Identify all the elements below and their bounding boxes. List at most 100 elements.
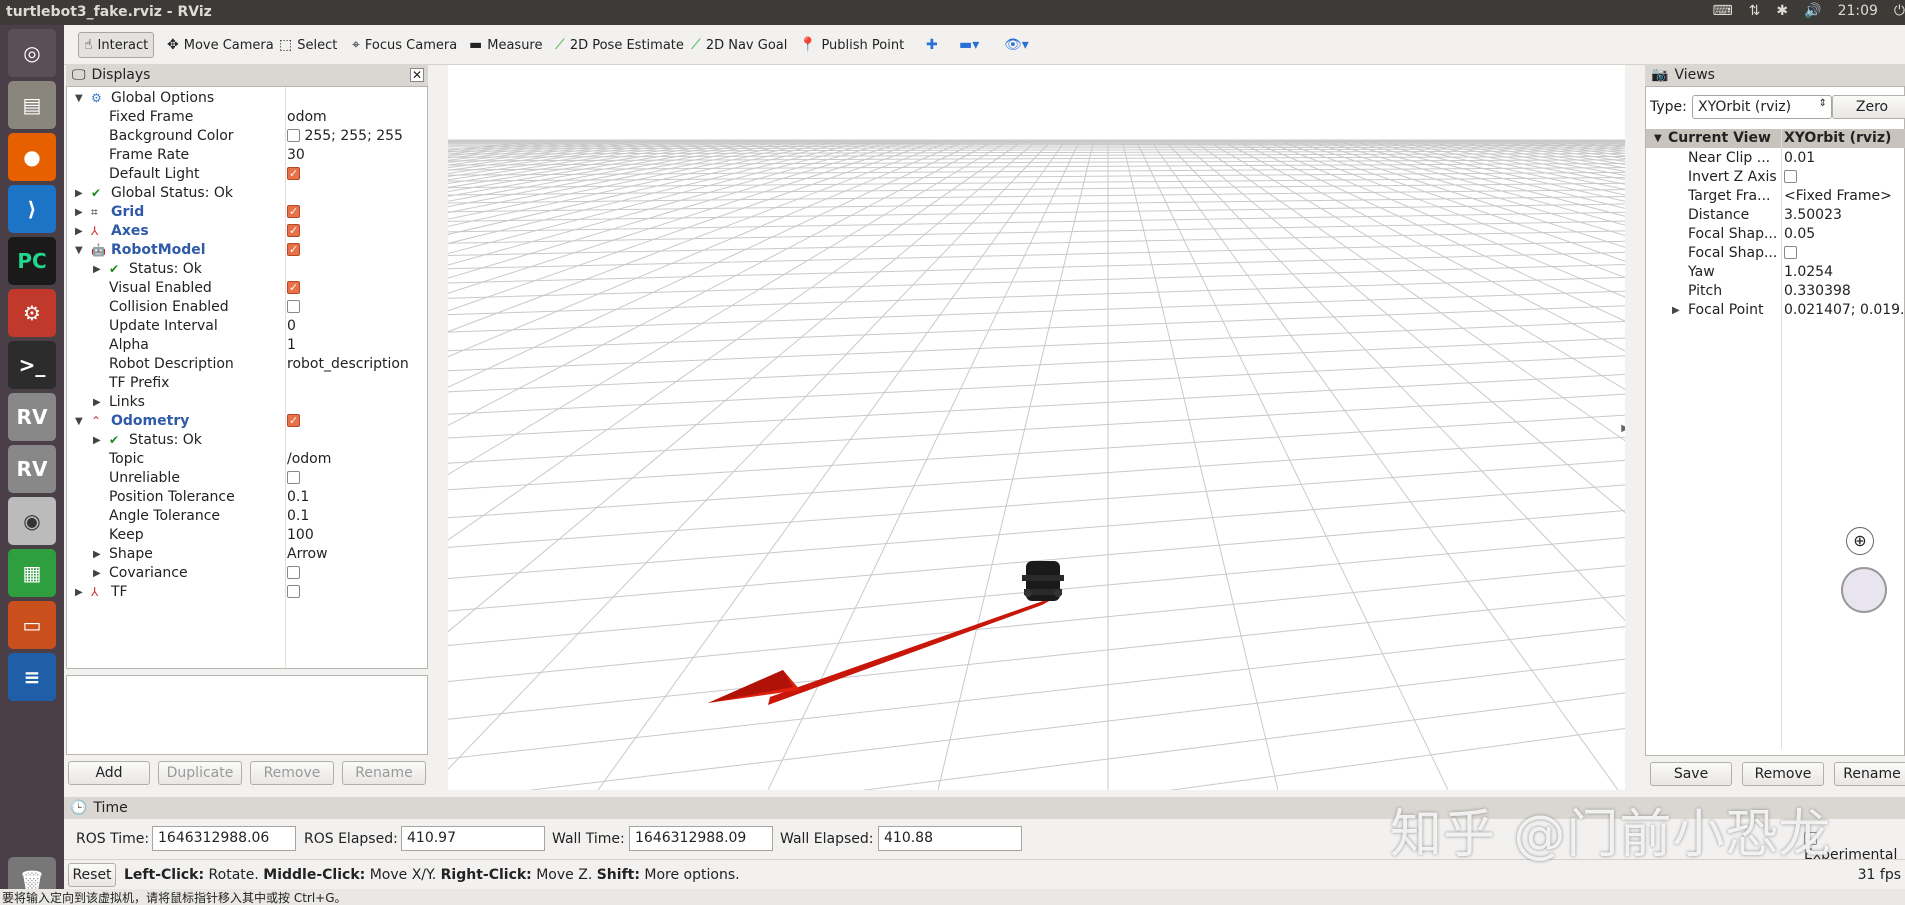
tree-row[interactable]: Visual Enabled <box>67 278 427 298</box>
chevron-down-icon[interactable]: ▼ <box>75 412 83 431</box>
chevron-right-icon[interactable]: ▶ <box>75 203 83 222</box>
keyboard-icon[interactable]: ⌨ <box>1712 3 1732 19</box>
rviz-icon[interactable]: RV <box>8 445 56 493</box>
checkbox[interactable] <box>287 202 300 221</box>
ubuntu-icon[interactable]: ◎ <box>8 29 56 77</box>
chevron-right-icon[interactable]: ▶ <box>93 393 101 412</box>
pycharm-icon[interactable]: PC <box>8 237 56 285</box>
view-prop-row[interactable]: Near Clip ... 0.01 <box>1646 149 1905 168</box>
wall-time-field[interactable]: 1646312988.09 <box>629 826 773 851</box>
add-tool-button[interactable]: ✚ <box>921 32 943 58</box>
tree-row[interactable]: ▶ ✔ Status: Ok <box>67 260 427 279</box>
avatar[interactable] <box>1841 567 1887 613</box>
ros-time-field[interactable]: 1646312988.06 <box>152 826 296 851</box>
checkbox[interactable] <box>287 299 300 313</box>
network-icon[interactable]: ⇅ <box>1749 3 1761 19</box>
checkbox[interactable] <box>287 278 300 297</box>
rviz-icon[interactable]: RV <box>8 393 56 441</box>
vscode-icon[interactable]: ⟩ <box>8 185 56 233</box>
tree-row[interactable]: Topic/odom <box>67 450 427 469</box>
tree-row[interactable]: Robot Description robot_description <box>67 355 427 374</box>
tree-row[interactable]: ▶ ✔ Global Status: Ok <box>67 184 427 203</box>
view-prop-row[interactable]: Focal Shap... <box>1646 244 1905 263</box>
chevron-right-icon[interactable]: ▶ <box>1672 301 1680 320</box>
view-type-select[interactable]: XYOrbit (rviz) ⇕ <box>1692 95 1832 119</box>
tree-row[interactable]: ▶ ⅄ TF <box>67 583 427 602</box>
chevron-right-icon[interactable]: ▶ <box>75 184 83 203</box>
save-view-button[interactable]: Save <box>1650 762 1732 786</box>
tree-row[interactable]: Collision Enabled <box>67 298 427 317</box>
power-icon[interactable]: ⏻ <box>1894 3 1905 19</box>
ros-elapsed-field[interactable]: 410.97 <box>401 826 545 851</box>
focus-camera-tool[interactable]: ⌖ Focus Camera <box>347 32 462 58</box>
add-button[interactable]: Add <box>68 761 150 785</box>
compass-icon[interactable]: ⊕ <box>1846 527 1874 555</box>
tree-row[interactable]: ▶ Covariance <box>67 564 427 583</box>
spreadsheet-icon[interactable]: ▦ <box>8 549 56 597</box>
view-prop-row[interactable]: ▶ Focal Point 0.021407; 0.019... <box>1646 301 1905 320</box>
bluetooth-icon[interactable]: ✱ <box>1776 3 1788 19</box>
tree-row[interactable]: ▼ 🤖 RobotModel <box>67 240 427 260</box>
tree-row[interactable]: ▼ ⚙ Global Options <box>67 89 427 108</box>
writer-icon[interactable]: ≡ <box>8 653 56 701</box>
tree-row[interactable]: ▶ Shape Arrow <box>67 545 427 564</box>
select-tool[interactable]: ⬚ Select <box>274 32 342 58</box>
rename-button[interactable]: Rename <box>342 761 426 785</box>
remove-view-button[interactable]: Remove <box>1742 762 1824 786</box>
tree-row[interactable]: Update Interval 0 <box>67 317 427 336</box>
tree-row[interactable]: Keep 100 <box>67 526 427 545</box>
remove-button[interactable]: Remove <box>250 761 334 785</box>
checkbox[interactable] <box>287 221 300 240</box>
firefox-icon[interactable]: ● <box>8 133 56 181</box>
reset-button[interactable]: Reset <box>68 863 116 887</box>
view-prop-row[interactable]: Yaw 1.0254 <box>1646 263 1905 282</box>
remove-tool-button[interactable]: ▬▾ <box>954 32 984 58</box>
checkbox[interactable] <box>287 240 300 259</box>
wall-elapsed-field[interactable]: 410.88 <box>878 826 1022 851</box>
tree-row[interactable]: ▶ ✔ Status: Ok <box>67 431 427 450</box>
files-icon[interactable]: ▤ <box>8 81 56 129</box>
tree-row[interactable]: Unreliable <box>67 469 427 488</box>
tree-row[interactable]: ▶ ⅄ Axes <box>67 221 427 241</box>
clock[interactable]: 21:09 <box>1838 3 1878 19</box>
checkbox[interactable] <box>287 565 300 579</box>
tree-row[interactable]: Default Light <box>67 164 427 184</box>
volume-icon[interactable]: 🔊 <box>1804 3 1821 19</box>
view-prop-row[interactable]: Pitch 0.330398 <box>1646 282 1905 301</box>
settings-icon[interactable]: ⚙ <box>8 289 56 337</box>
publish-point-tool[interactable]: 📍 Publish Point <box>794 32 909 58</box>
tree-row[interactable]: Background Color 255; 255; 255 <box>67 127 427 146</box>
zero-button[interactable]: Zero <box>1832 95 1905 119</box>
view-prop-row[interactable]: Invert Z Axis <box>1646 168 1905 187</box>
tree-row[interactable]: Frame Rate 30 <box>67 146 427 165</box>
chevron-right-icon[interactable]: ▶ <box>93 431 101 450</box>
chevron-right-icon[interactable]: ▶ <box>93 260 101 279</box>
current-view-row[interactable]: ▼ Current View XYOrbit (rviz) <box>1646 129 1905 148</box>
tree-row[interactable]: Alpha 1 <box>67 336 427 355</box>
collapse-right-icon[interactable]: ▶ <box>1621 423 1625 434</box>
pose-estimate-tool[interactable]: ⟋ 2D Pose Estimate <box>550 32 689 58</box>
close-icon[interactable]: ✕ <box>410 68 424 82</box>
dvd-icon[interactable]: ◉ <box>8 497 56 545</box>
tree-row[interactable]: Angle Tolerance 0.1 <box>67 507 427 526</box>
chevron-down-icon[interactable]: ▼ <box>1654 129 1662 148</box>
tree-row[interactable]: Fixed Frame odom <box>67 108 427 127</box>
checkbox[interactable] <box>1784 169 1797 183</box>
chevron-down-icon[interactable]: ▼ <box>75 241 83 260</box>
tree-row[interactable]: ▼ ⌃ Odometry <box>67 411 427 431</box>
checkbox[interactable] <box>287 411 300 430</box>
measure-tool[interactable]: ▬ Measure <box>464 32 547 58</box>
checkbox[interactable] <box>1784 245 1797 259</box>
tree-row[interactable]: Position Tolerance 0.1 <box>67 488 427 507</box>
chevron-right-icon[interactable]: ▶ <box>75 583 83 602</box>
color-swatch[interactable] <box>287 128 300 142</box>
checkbox[interactable] <box>287 584 300 598</box>
view-prop-row[interactable]: Focal Shap... 0.05 <box>1646 225 1905 244</box>
render-viewport[interactable]: ◀ ▶ <box>448 65 1625 790</box>
tree-row[interactable]: ▶ ⌗ Grid <box>67 202 427 222</box>
tree-row[interactable]: TF Prefix <box>67 374 427 393</box>
checkbox[interactable] <box>287 470 300 484</box>
presentation-icon[interactable]: ▭ <box>8 601 56 649</box>
move-camera-tool[interactable]: ✥ Move Camera <box>162 32 279 58</box>
duplicate-button[interactable]: Duplicate <box>158 761 242 785</box>
